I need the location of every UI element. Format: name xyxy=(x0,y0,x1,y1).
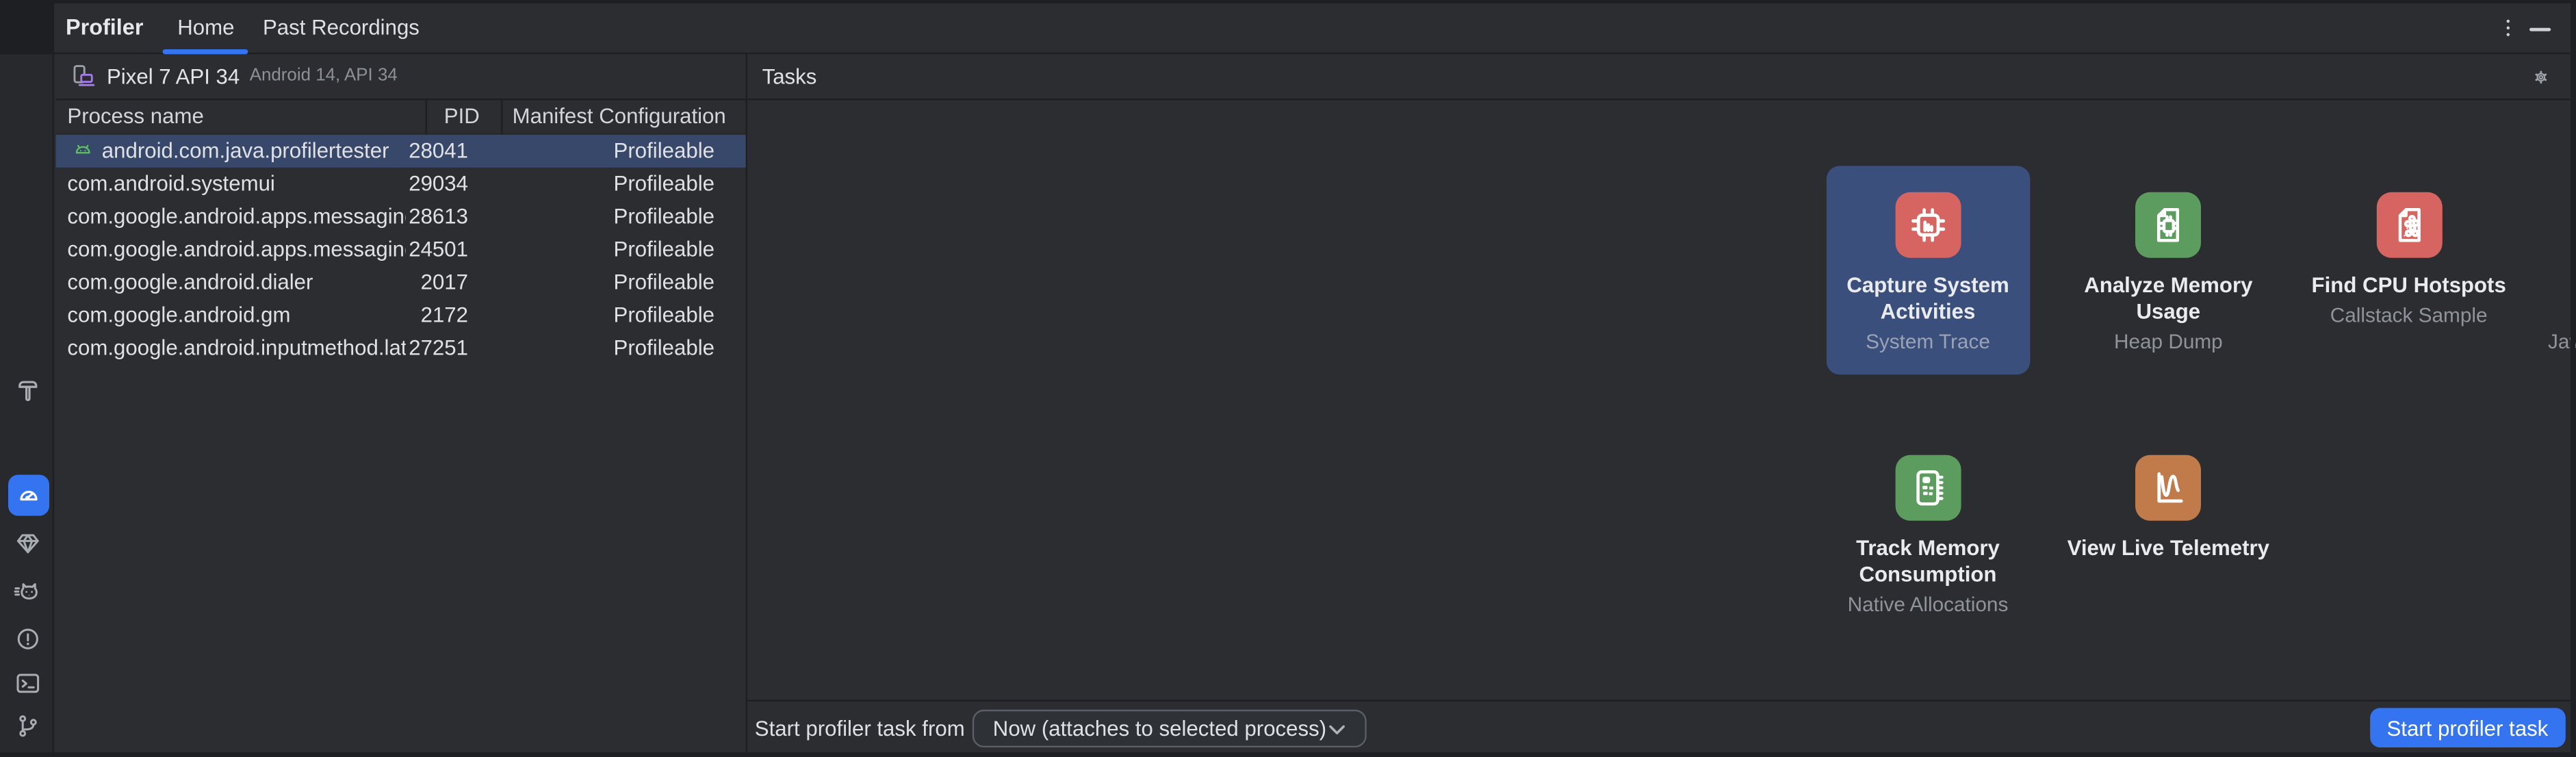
system-trace-icon xyxy=(1895,192,1961,258)
logcat-icon[interactable] xyxy=(8,574,47,613)
process-manifest: Profileable xyxy=(613,269,714,294)
minimize-icon[interactable] xyxy=(2529,28,2551,31)
process-name: com.google.android.apps.messaging xyxy=(67,203,406,229)
task-card-native-allocations[interactable]: Track Memory Consumption Native Allocati… xyxy=(1826,428,2031,616)
column-header-pid[interactable]: PID xyxy=(417,103,493,128)
tasks-title: Tasks xyxy=(762,64,817,89)
task-card-title: Find CPU Hotspots xyxy=(2311,272,2506,298)
tool-window-strip xyxy=(0,54,55,757)
process-name: com.google.android.apps.messaging... xyxy=(67,236,406,261)
process-manifest: Profileable xyxy=(613,138,714,163)
table-row[interactable]: android.com.java.profilertester 28041 Pr… xyxy=(55,133,746,167)
title-bar: Profiler Home Past Recordings xyxy=(0,0,2576,55)
device-selector[interactable]: Pixel 7 API 34 Android 14, API 34 xyxy=(55,54,746,100)
heap-dump-icon xyxy=(2135,192,2202,258)
process-pid: 28613 xyxy=(409,203,468,229)
process-table: android.com.java.profilertester 28041 Pr… xyxy=(55,133,746,364)
process-list-panel: Pixel 7 API 34 Android 14, API 34 Proces… xyxy=(55,54,748,757)
task-card-title: Track Memory Consumption xyxy=(1856,535,2000,586)
start-from-dropdown[interactable]: Now (attaches to selected process) xyxy=(971,708,1366,747)
table-row[interactable]: com.google.android.dialer 2017 Profileab… xyxy=(56,266,746,298)
app-quality-insights-icon[interactable] xyxy=(8,524,47,564)
device-name: Pixel 7 API 34 xyxy=(107,64,240,88)
process-pid: 29034 xyxy=(409,170,468,196)
column-header-process-name[interactable]: Process name xyxy=(56,103,417,128)
task-card-heap-dump[interactable]: Analyze Memory Usage Heap Dump xyxy=(2066,166,2271,374)
column-divider xyxy=(424,99,426,134)
process-manifest: Profileable xyxy=(613,236,714,261)
callstack-sample-icon xyxy=(2375,192,2442,258)
start-task-from-label: Start profiler task from xyxy=(754,716,965,741)
page-title: Profiler xyxy=(66,14,144,39)
task-footer: Start profiler task from Now (attaches t… xyxy=(747,700,2571,757)
process-table-header: Process name PID Manifest Configuration xyxy=(55,99,746,134)
tasks-header: Tasks xyxy=(747,54,2571,101)
device-icon xyxy=(73,64,95,86)
tab-past-recordings[interactable]: Past Recordings xyxy=(263,0,420,53)
more-options-icon[interactable] xyxy=(2495,15,2520,41)
window-edge xyxy=(0,0,2576,3)
process-manifest: Profileable xyxy=(613,203,714,229)
task-card-live-telemetry[interactable]: View Live Telemetry xyxy=(2066,428,2271,616)
chevron-down-icon xyxy=(1328,723,1344,735)
process-manifest: Profileable xyxy=(613,302,714,327)
start-profiler-task-button[interactable]: Start profiler task xyxy=(2369,708,2566,747)
gear-icon[interactable] xyxy=(2531,67,2551,87)
task-card-subtitle: Native Allocations xyxy=(1847,592,2009,615)
process-pid: 28041 xyxy=(409,138,468,163)
column-header-manifest[interactable]: Manifest Configuration xyxy=(493,103,740,128)
task-card-subtitle: System Trace xyxy=(1866,329,1990,352)
profiler-icon[interactable] xyxy=(7,474,49,515)
column-divider xyxy=(500,99,502,134)
table-row[interactable]: com.google.android.inputmethod.latin 272… xyxy=(56,331,746,364)
tab-home[interactable]: Home xyxy=(177,0,234,53)
process-manifest: Profileable xyxy=(613,170,714,196)
process-name: android.com.java.profilertester xyxy=(101,138,389,163)
version-control-icon[interactable] xyxy=(8,706,47,745)
active-tab-indicator xyxy=(162,49,248,54)
build-icon[interactable] xyxy=(8,371,47,411)
task-card-subtitle: Heap Dump xyxy=(2113,329,2223,352)
native-allocations-icon xyxy=(1895,454,1961,521)
dropdown-selected-value: Now (attaches to selected process) xyxy=(992,715,1327,741)
window-corner xyxy=(0,0,55,55)
task-cards-row-1: Capture System Activities System Trace A… xyxy=(1825,166,2576,375)
profiler-window: Profiler Home Past Recordings Pixel 7 AP… xyxy=(0,0,2576,757)
table-row[interactable]: com.google.android.apps.messaging... 245… xyxy=(56,233,746,266)
window-edge xyxy=(2570,0,2576,757)
table-row[interactable]: com.google.android.apps.messaging 28613 … xyxy=(56,200,746,233)
table-row[interactable]: com.android.systemui 29034 Profileable xyxy=(56,167,746,200)
tasks-panel: Tasks Capture System Activities System T… xyxy=(747,54,2576,757)
process-pid: 24501 xyxy=(409,236,468,261)
task-card-title: View Live Telemetry xyxy=(2067,535,2270,561)
task-card-system-trace[interactable]: Capture System Activities System Trace xyxy=(1825,166,2031,375)
process-pid: 2017 xyxy=(420,269,468,294)
table-row[interactable]: com.google.android.gm 2172 Profileable xyxy=(56,298,746,331)
process-name: com.android.systemui xyxy=(67,170,275,196)
problems-icon[interactable] xyxy=(8,619,47,658)
task-card-title: Capture System Activities xyxy=(1846,272,2009,323)
task-card-subtitle: Callstack Sample xyxy=(2330,304,2488,327)
process-name: com.google.android.dialer xyxy=(67,269,313,294)
device-os: Android 14, API 34 xyxy=(249,66,398,86)
process-name: com.google.android.gm xyxy=(67,302,291,327)
process-pid: 27251 xyxy=(409,335,468,360)
live-telemetry-icon xyxy=(2135,454,2202,521)
android-icon xyxy=(75,144,90,154)
task-cards-row-2: Track Memory Consumption Native Allocati… xyxy=(1826,428,2271,616)
process-pid: 2172 xyxy=(420,302,468,327)
window-edge xyxy=(0,753,2576,757)
terminal-icon[interactable] xyxy=(8,663,47,702)
task-card-title: Analyze Memory Usage xyxy=(2084,272,2253,323)
process-manifest: Profileable xyxy=(613,335,714,360)
task-card-callstack-sample[interactable]: Find CPU Hotspots Callstack Sample xyxy=(2306,166,2511,374)
process-name: com.google.android.inputmethod.latin xyxy=(67,335,406,360)
